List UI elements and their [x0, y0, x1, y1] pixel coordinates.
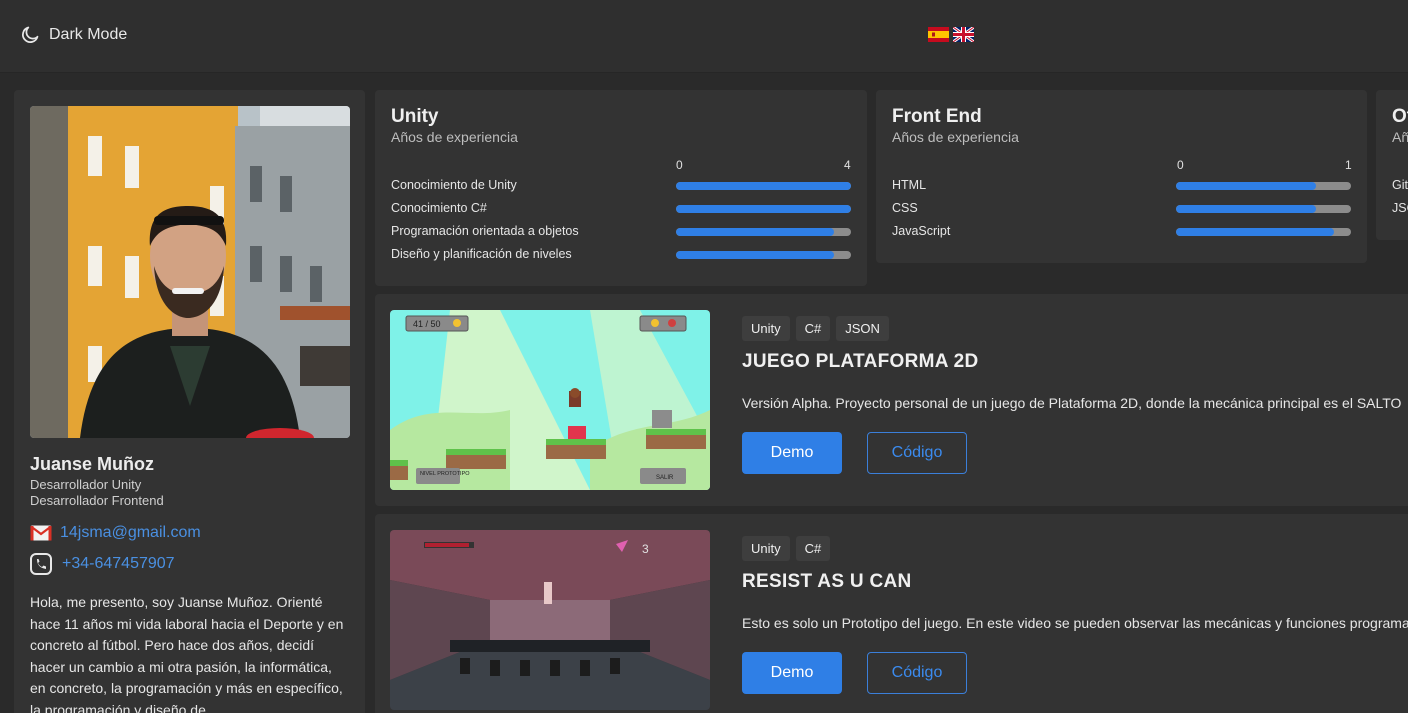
- project-card: 41 / 50 NIVEL PROTOTIPO SALIR Unity C# J…: [375, 294, 1408, 506]
- skill-label: CSS: [892, 201, 918, 215]
- project-title: RESIST AS U CAN: [742, 571, 912, 592]
- profile-photo: [30, 106, 350, 438]
- tag: C#: [795, 316, 831, 341]
- moon-icon: [22, 26, 39, 43]
- email-contact[interactable]: 14jsma@gmail.com: [30, 524, 201, 542]
- hud-sign: SALIR: [656, 475, 674, 481]
- uk-flag-icon[interactable]: [953, 27, 974, 42]
- profile-card: Juanse Muñoz Desarrollador Unity Desarro…: [14, 90, 365, 713]
- hud-counter: 3: [642, 542, 649, 556]
- profile-role: Desarrollador Unity: [30, 477, 142, 492]
- skill-label: Programación orientada a objetos: [391, 224, 579, 238]
- skill-bar: [1176, 182, 1351, 190]
- project-card: 3 Unity C# RESIST AS U CAN Esto es solo …: [375, 514, 1408, 713]
- skill-card-title: Unity: [391, 106, 439, 127]
- skill-label: Conocimiento de Unity: [391, 178, 517, 192]
- skill-card-title: Ot: [1392, 106, 1408, 127]
- phone-contact[interactable]: +34-647457907: [30, 553, 175, 575]
- skill-label: HTML: [892, 178, 927, 192]
- skill-label: Diseño y planificación de niveles: [391, 247, 572, 261]
- skill-label: JavaScript: [892, 224, 951, 238]
- scale-max: 4: [844, 158, 851, 172]
- skill-label: Git: [1392, 178, 1408, 192]
- tag-list: Unity C# JSON: [742, 316, 889, 341]
- skill-bar: [676, 228, 851, 236]
- profile-role: Desarrollador Frontend: [30, 493, 164, 508]
- skill-card-unity: Unity Años de experiencia 0 4 Conocimien…: [375, 90, 867, 286]
- project-thumbnail[interactable]: 41 / 50 NIVEL PROTOTIPO SALIR: [390, 310, 710, 490]
- scale-max: 1: [1345, 158, 1352, 172]
- tag: Unity: [742, 536, 790, 561]
- skill-bar: [676, 182, 851, 190]
- demo-button[interactable]: Demo: [742, 432, 842, 474]
- tag: C#: [795, 536, 831, 561]
- scale-min: 0: [676, 158, 683, 172]
- skill-card-other: Ot Añ Git JSO: [1376, 90, 1408, 240]
- project-title: JUEGO PLATAFORMA 2D: [742, 351, 979, 372]
- skill-card-subtitle: Años de experiencia: [391, 129, 518, 145]
- gmail-icon: [30, 525, 52, 541]
- project-thumbnail[interactable]: 3: [390, 530, 710, 710]
- skill-card-subtitle: Añ: [1392, 129, 1408, 145]
- skill-label: JSO: [1392, 201, 1408, 215]
- hud-sign: NIVEL PROTOTIPO: [420, 471, 470, 477]
- dark-mode-toggle[interactable]: Dark Mode: [20, 24, 127, 45]
- language-switcher: [928, 27, 974, 42]
- skill-bar: [1176, 205, 1351, 213]
- skill-card-title: Front End: [892, 106, 982, 127]
- skill-bar: [1176, 228, 1351, 236]
- hud-counter: 41 / 50: [413, 319, 441, 329]
- phone-icon: [30, 553, 52, 575]
- spain-flag-icon[interactable]: [928, 27, 949, 42]
- profile-name: Juanse Muñoz: [30, 454, 155, 474]
- skill-label: Conocimiento C#: [391, 201, 487, 215]
- phone-link[interactable]: +34-647457907: [62, 555, 175, 573]
- code-button[interactable]: Código: [867, 652, 967, 694]
- skill-bar: [676, 251, 851, 259]
- code-button[interactable]: Código: [867, 432, 967, 474]
- skill-bar: [676, 205, 851, 213]
- skill-card-subtitle: Años de experiencia: [892, 129, 1019, 145]
- dark-mode-label: Dark Mode: [49, 25, 128, 43]
- scale-min: 0: [1177, 158, 1184, 172]
- skill-card-frontend: Front End Años de experiencia 0 1 HTML C…: [876, 90, 1367, 263]
- tag: JSON: [836, 316, 889, 341]
- tag: Unity: [742, 316, 790, 341]
- tag-list: Unity C#: [742, 536, 831, 561]
- profile-bio: Hola, me presento, soy Juanse Muñoz. Ori…: [30, 594, 344, 713]
- project-description: Versión Alpha. Proyecto personal de un j…: [742, 395, 1402, 411]
- demo-button[interactable]: Demo: [742, 652, 842, 694]
- top-bar: Dark Mode: [0, 0, 1408, 73]
- project-description: Esto es solo un Prototipo del juego. En …: [742, 615, 1408, 631]
- email-link[interactable]: 14jsma@gmail.com: [60, 524, 201, 542]
